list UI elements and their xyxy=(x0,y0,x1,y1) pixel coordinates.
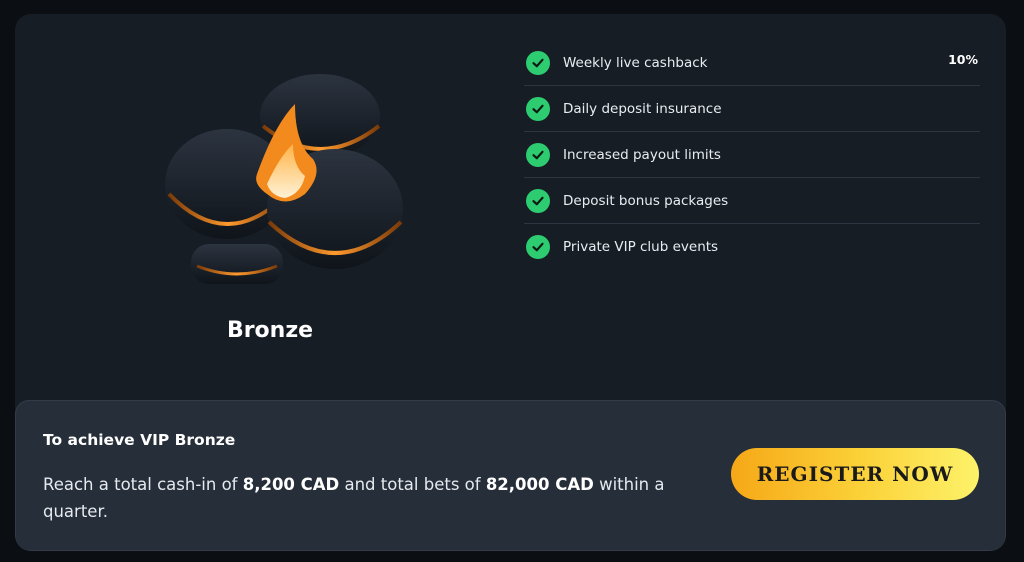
benefit-label: Private VIP club events xyxy=(563,239,719,255)
vip-tier-card: Bronze Weekly live cashback 10% Daily de… xyxy=(15,14,1006,551)
benefit-label: Daily deposit insurance xyxy=(563,100,722,117)
check-circle-icon xyxy=(526,235,550,259)
benefit-item: Deposit bonus packages xyxy=(524,178,980,224)
cash-in-amount: 8,200 CAD xyxy=(242,475,340,494)
requirement-title: To achieve VIP Bronze xyxy=(43,431,236,449)
bronze-tier-emblem-icon xyxy=(165,74,403,284)
check-circle-icon xyxy=(526,142,550,167)
check-circle-icon xyxy=(526,50,550,75)
bets-amount: 82,000 CAD xyxy=(485,475,594,494)
tier-name: Bronze xyxy=(226,318,314,343)
check-circle-icon xyxy=(526,188,550,213)
benefit-item: Private VIP club events xyxy=(524,224,980,270)
benefits-list: Weekly live cashback 10% Daily deposit i… xyxy=(524,40,980,270)
benefit-label: Deposit bonus packages xyxy=(563,192,729,209)
requirement-panel: To achieve VIP Bronze Reach a total cash… xyxy=(15,400,1006,551)
check-circle-icon xyxy=(526,96,550,121)
benefit-value: 10% xyxy=(948,52,978,67)
benefit-label: Weekly live cashback xyxy=(563,54,708,71)
requirement-description: Reach a total cash-in of 8,200 CAD and t… xyxy=(43,471,703,525)
requirement-text-middle: and total bets of xyxy=(339,475,486,494)
requirement-text-before: Reach a total cash-in of xyxy=(43,475,243,494)
benefit-item: Weekly live cashback 10% xyxy=(524,40,980,86)
benefit-item: Increased payout limits xyxy=(524,132,980,178)
register-now-button[interactable]: REGISTER NOW xyxy=(731,448,979,500)
benefit-item: Daily deposit insurance xyxy=(524,86,980,132)
benefit-label: Increased payout limits xyxy=(563,146,721,163)
